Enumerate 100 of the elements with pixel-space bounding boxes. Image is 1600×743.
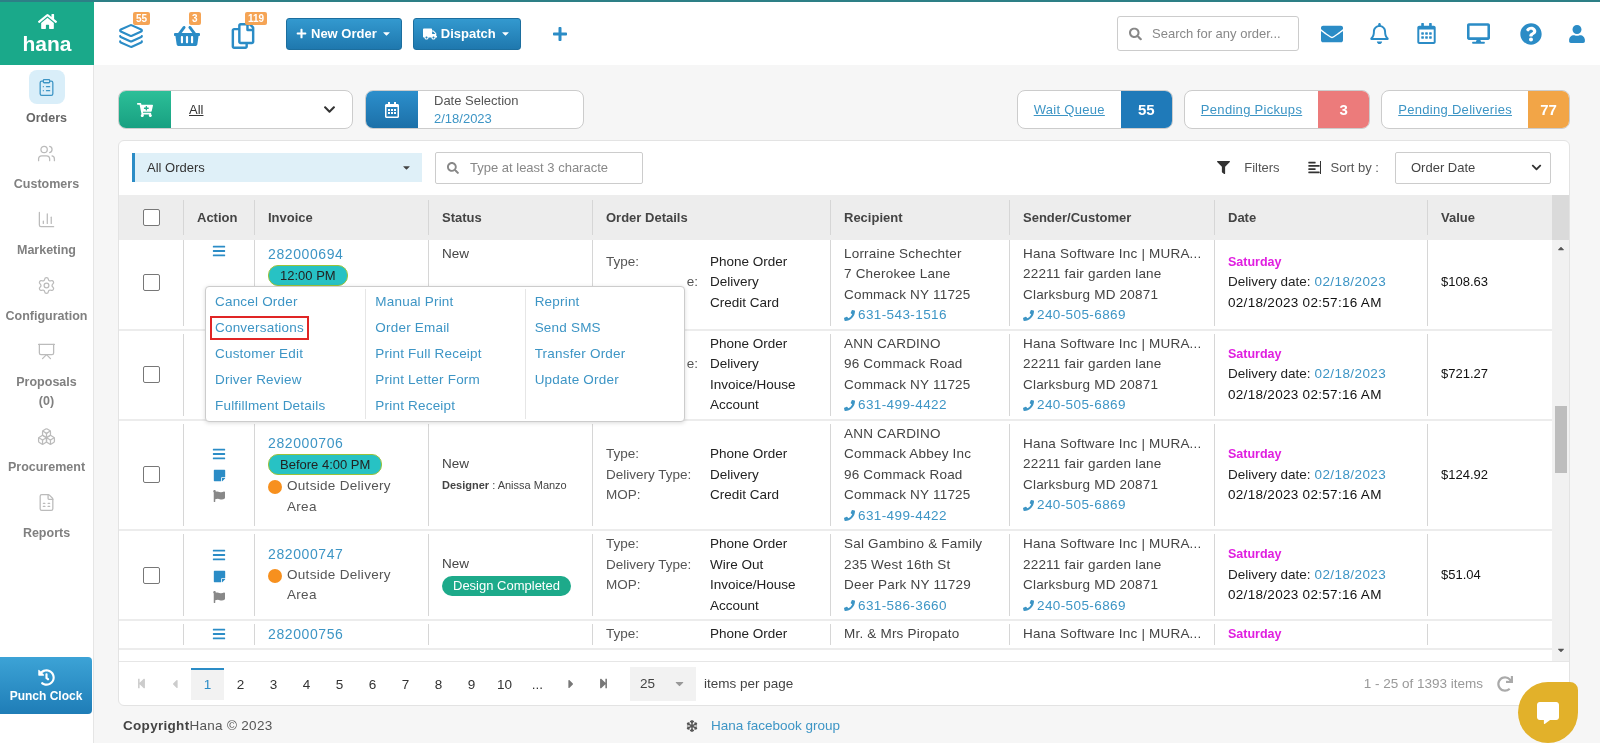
- page-link[interactable]: 2: [224, 667, 257, 700]
- order-search-field[interactable]: Type at least 3 characte: [435, 151, 643, 184]
- invoice-number[interactable]: 282000694: [268, 243, 344, 265]
- sidebar-item[interactable]: Reports: [0, 485, 94, 551]
- refresh-icon[interactable]: [1497, 675, 1513, 692]
- page-link[interactable]: 3: [257, 667, 290, 700]
- queue-link[interactable]: Wait Queue: [1017, 91, 1121, 128]
- page-link[interactable]: 6: [356, 667, 389, 700]
- menu-item[interactable]: Print Receipt: [370, 393, 461, 418]
- menu-item[interactable]: Send SMS: [529, 315, 606, 340]
- page-link[interactable]: 4: [290, 667, 323, 700]
- chat-button[interactable]: [1518, 682, 1578, 743]
- presentation-icon: [37, 341, 56, 361]
- page-size-select[interactable]: 25: [630, 666, 696, 701]
- sender-line: Hana Software Inc | MURA...: [1023, 434, 1202, 453]
- column-header[interactable]: Status: [442, 209, 482, 225]
- bell-icon[interactable]: [1369, 23, 1390, 44]
- calendar-icon[interactable]: [1416, 23, 1437, 44]
- invoice-number[interactable]: 282000747: [268, 544, 344, 565]
- note-icon[interactable]: [212, 469, 226, 483]
- row-checkbox[interactable]: [142, 466, 160, 484]
- phone-number[interactable]: 631-499-4422: [858, 395, 947, 416]
- select-all-checkbox[interactable]: [142, 208, 160, 226]
- phone-number[interactable]: 631-586-3660: [858, 595, 947, 617]
- view-select[interactable]: All Orders: [132, 153, 422, 183]
- sidebar-item[interactable]: Customers: [0, 136, 94, 202]
- flag-icon[interactable]: [213, 490, 225, 503]
- column-header[interactable]: Order Details: [606, 209, 688, 225]
- menu-icon[interactable]: [212, 243, 226, 258]
- menu-item[interactable]: Update Order: [529, 367, 624, 392]
- page-link[interactable]: ...: [521, 667, 554, 700]
- menu-item[interactable]: Driver Review: [210, 367, 307, 392]
- phone-number[interactable]: 240-505-6869: [1037, 595, 1126, 617]
- sidebar-item[interactable]: Proposals (0): [0, 334, 94, 419]
- help-icon[interactable]: [1520, 22, 1542, 45]
- filter-icon[interactable]: [1217, 161, 1231, 175]
- scrollbar[interactable]: [1552, 239, 1569, 662]
- note-icon[interactable]: [212, 569, 226, 583]
- menu-item[interactable]: Fulfillment Details: [210, 393, 331, 418]
- menu-item[interactable]: Print Letter Form: [370, 367, 485, 392]
- scroll-thumb[interactable]: [1554, 405, 1567, 473]
- phone-number[interactable]: 631-499-4422: [858, 505, 947, 527]
- user-icon[interactable]: [1568, 24, 1586, 43]
- queue-count: 77: [1528, 91, 1569, 128]
- sort-select[interactable]: Order Date: [1395, 151, 1551, 184]
- sidebar-item[interactable]: Procurement: [0, 419, 94, 485]
- delivery-date: 02/18/2023: [1314, 565, 1387, 584]
- page-link[interactable]: 1: [191, 667, 224, 700]
- sidebar-item[interactable]: Configuration: [0, 268, 94, 334]
- page-link[interactable]: 7: [389, 667, 422, 700]
- plus-icon[interactable]: [551, 25, 568, 42]
- column-header[interactable]: Value: [1441, 209, 1475, 225]
- queue-link[interactable]: Pending Deliveries: [1382, 91, 1528, 128]
- column-header[interactable]: Action: [197, 209, 238, 225]
- filters-label[interactable]: Filters: [1244, 160, 1280, 176]
- status-text: New: [442, 555, 469, 574]
- menu-item[interactable]: Conversations: [210, 315, 309, 340]
- row-checkbox[interactable]: [142, 366, 160, 384]
- queue-link[interactable]: Pending Pickups: [1184, 91, 1319, 128]
- menu-item[interactable]: Customer Edit: [210, 341, 309, 366]
- row-checkbox[interactable]: [142, 566, 160, 584]
- punch-clock-button[interactable]: Punch Clock: [0, 657, 92, 714]
- facebook-group-link[interactable]: Hana facebook group: [711, 718, 841, 734]
- invoice-number[interactable]: 282000706: [268, 432, 344, 454]
- copy-icon[interactable]: [230, 22, 256, 49]
- date-selection[interactable]: Date Selection 2/18/2023: [365, 90, 584, 129]
- hana-logo[interactable]: hana: [0, 2, 94, 65]
- search-field[interactable]: Search for any order...: [1117, 16, 1299, 51]
- column-header[interactable]: Recipient: [844, 209, 903, 225]
- stack-icon[interactable]: [118, 22, 144, 49]
- menu-item[interactable]: Transfer Order: [529, 341, 631, 366]
- sidebar-item[interactable]: Orders: [0, 70, 94, 136]
- toolbar-button[interactable]: Dispatch: [412, 17, 521, 50]
- menu-item[interactable]: Cancel Order: [210, 289, 303, 314]
- phone-number[interactable]: 631-543-1516: [858, 305, 947, 326]
- phone-number[interactable]: 240-505-6869: [1037, 305, 1126, 326]
- sidebar-item[interactable]: Marketing: [0, 202, 94, 268]
- last-page-icon[interactable]: [598, 678, 609, 690]
- page-link[interactable]: 10: [488, 667, 521, 700]
- invoice-number[interactable]: 282000756: [268, 624, 344, 645]
- menu-item[interactable]: Reprint: [529, 289, 585, 314]
- menu-icon[interactable]: [212, 447, 226, 462]
- phone-number[interactable]: 240-505-6869: [1037, 395, 1126, 416]
- menu-icon[interactable]: [212, 627, 226, 642]
- menu-item[interactable]: Print Full Receipt: [370, 341, 487, 366]
- menu-item[interactable]: Order Email: [370, 315, 455, 340]
- page-link[interactable]: 9: [455, 667, 488, 700]
- menu-icon[interactable]: [212, 547, 226, 562]
- monitor-icon[interactable]: [1467, 22, 1490, 45]
- column-header[interactable]: Invoice: [268, 209, 313, 225]
- flag-icon[interactable]: [213, 590, 225, 603]
- column-header[interactable]: Sender/Customer: [1023, 209, 1132, 225]
- page-link[interactable]: 5: [323, 667, 356, 700]
- toolbar-button[interactable]: New Order: [286, 17, 402, 50]
- menu-item[interactable]: Manual Print: [370, 289, 459, 314]
- column-header[interactable]: Date: [1228, 209, 1257, 225]
- order-type-select[interactable]: All: [118, 90, 353, 129]
- row-checkbox[interactable]: [142, 274, 160, 292]
- phone-number[interactable]: 240-505-6869: [1037, 495, 1126, 516]
- page-link[interactable]: 8: [422, 667, 455, 700]
